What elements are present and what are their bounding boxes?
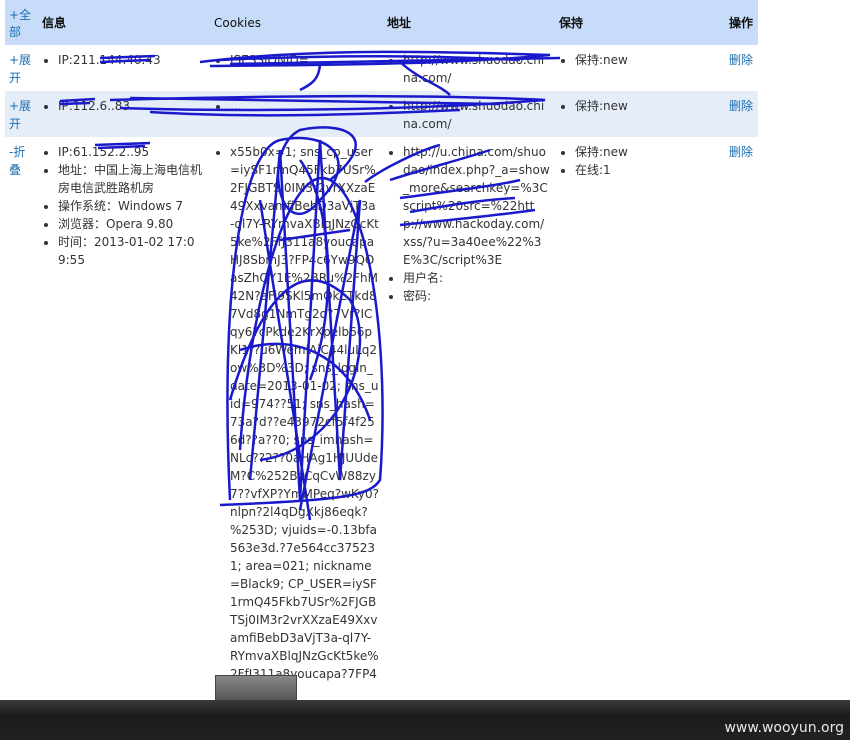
info-list-item: 浏览器：Opera 9.80 [58,215,206,233]
keep-list-item: 保持:new [575,143,721,161]
cookie-value: JSESSIONID=... [230,51,379,69]
info-list-item: IP:211.144.40.43 [58,51,206,69]
keep-list-item: 保持:new [575,97,721,115]
keep-list: 保持:new [559,97,721,115]
col-address: 地址 [383,0,555,45]
col-info: 信息 [38,0,210,45]
cookie-value: ... [230,97,379,115]
table-header: +全部 信息 Cookies 地址 保持 操作 [5,0,758,45]
table-row: -折叠 IP:61.152.2..95地址：中国上海上海电信机房电信武胜路机房操作… [5,137,758,705]
toggle-row-link[interactable]: -折叠 [9,145,25,177]
address-list-item: http://www.shuodao.china.com/ [403,51,551,87]
info-list-item: IP:61.152.2..95 [58,143,206,161]
address-list-item: 密码: [403,287,551,305]
keep-list: 保持:new [559,51,721,69]
address-list: http://www.shuodao.china.com/ [387,51,551,87]
floating-toolbar-widget[interactable] [215,675,297,702]
watermark: www.wooyun.org [724,720,844,736]
toggle-row-link[interactable]: +展开 [9,53,31,85]
cookie-list: x55b0x=1; sns_cp_user=iySF1rmQ45Fkb7USr%… [214,143,379,701]
info-list-item: 地址：中国上海上海电信机房电信武胜路机房 [58,161,206,197]
info-list-item: 操作系统：Windows 7 [58,197,206,215]
keep-list-item: 在线:1 [575,161,721,179]
info-list: IP:61.152.2..95地址：中国上海上海电信机房电信武胜路机房操作系统：… [42,143,206,269]
info-list-item: 时间：2013-01-02 17:09:55 [58,233,206,269]
delete-link[interactable]: 删除 [729,145,753,159]
delete-link[interactable]: 删除 [729,53,753,67]
address-list-item: http://www.shuodao.china.com/ [403,97,551,133]
taskbar [0,700,850,740]
expand-all-link[interactable]: +全部 [9,8,31,39]
toggle-row-link[interactable]: +展开 [9,99,31,131]
cookie-list: JSESSIONID=... [214,51,379,69]
delete-link[interactable]: 删除 [729,99,753,113]
info-list: IP:211.144.40.43 [42,51,206,69]
cookie-list: ... [214,97,379,115]
col-cookies: Cookies [210,0,383,45]
session-table: +全部 信息 Cookies 地址 保持 操作 +展开 IP:211.144.40… [5,0,758,705]
col-keep: 保持 [555,0,725,45]
info-list: IP:112.6..83 [42,97,206,115]
address-list-item: http://u.china.com/shuodao/index.php?_a=… [403,143,551,269]
info-list-item: IP:112.6..83 [58,97,206,115]
address-list: http://www.shuodao.china.com/ [387,97,551,133]
keep-list-item: 保持:new [575,51,721,69]
address-list: http://u.china.com/shuodao/index.php?_a=… [387,143,551,305]
keep-list: 保持:new在线:1 [559,143,721,179]
table-row: +展开 IP:211.144.40.43 JSESSIONID=... http://… [5,45,758,91]
col-action: 操作 [725,0,758,45]
table-row: +展开 IP:112.6..83... http://www.shuodao.chi… [5,91,758,137]
address-list-item: 用户名: [403,269,551,287]
cookie-value: x55b0x=1; sns_cp_user=iySF1rmQ45Fkb7USr%… [230,143,379,701]
